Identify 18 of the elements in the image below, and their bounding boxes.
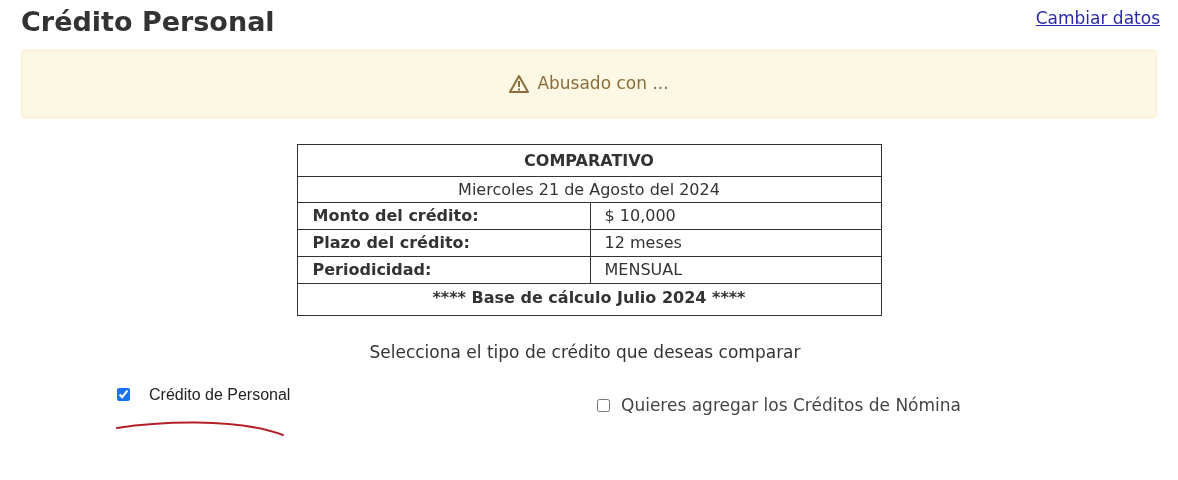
option-label: Quieres agregar los Créditos de Nómina [621, 393, 961, 417]
warning-icon [509, 75, 530, 93]
table-cell: MENSUAL [590, 256, 881, 284]
change-data-link[interactable]: Cambiar datos [1035, 6, 1160, 32]
alert-text: Abusado con ... [537, 72, 669, 96]
prompt-text: Selecciona el tipo de crédito que deseas comparar [368, 341, 802, 364]
table-date: Miercoles 21 de Agosto del 2024 [297, 176, 881, 203]
checkbox[interactable] [597, 398, 610, 412]
table-cell: $ 10,000 [590, 202, 881, 230]
table-title: COMPARATIVO [297, 144, 881, 177]
table-cell: Monto del crédito: [297, 202, 590, 230]
page-title: Crédito Personal [21, 5, 275, 39]
table-cell: Periodicidad: [297, 256, 590, 284]
table-cell: Plazo del crédito: [297, 229, 590, 257]
table-footer: **** Base de cálculo Julio 2024 **** [297, 283, 881, 316]
option-label: Crédito de Personal [149, 384, 291, 405]
table-cell: 12 meses [590, 229, 881, 257]
checkbox[interactable] [117, 388, 130, 401]
